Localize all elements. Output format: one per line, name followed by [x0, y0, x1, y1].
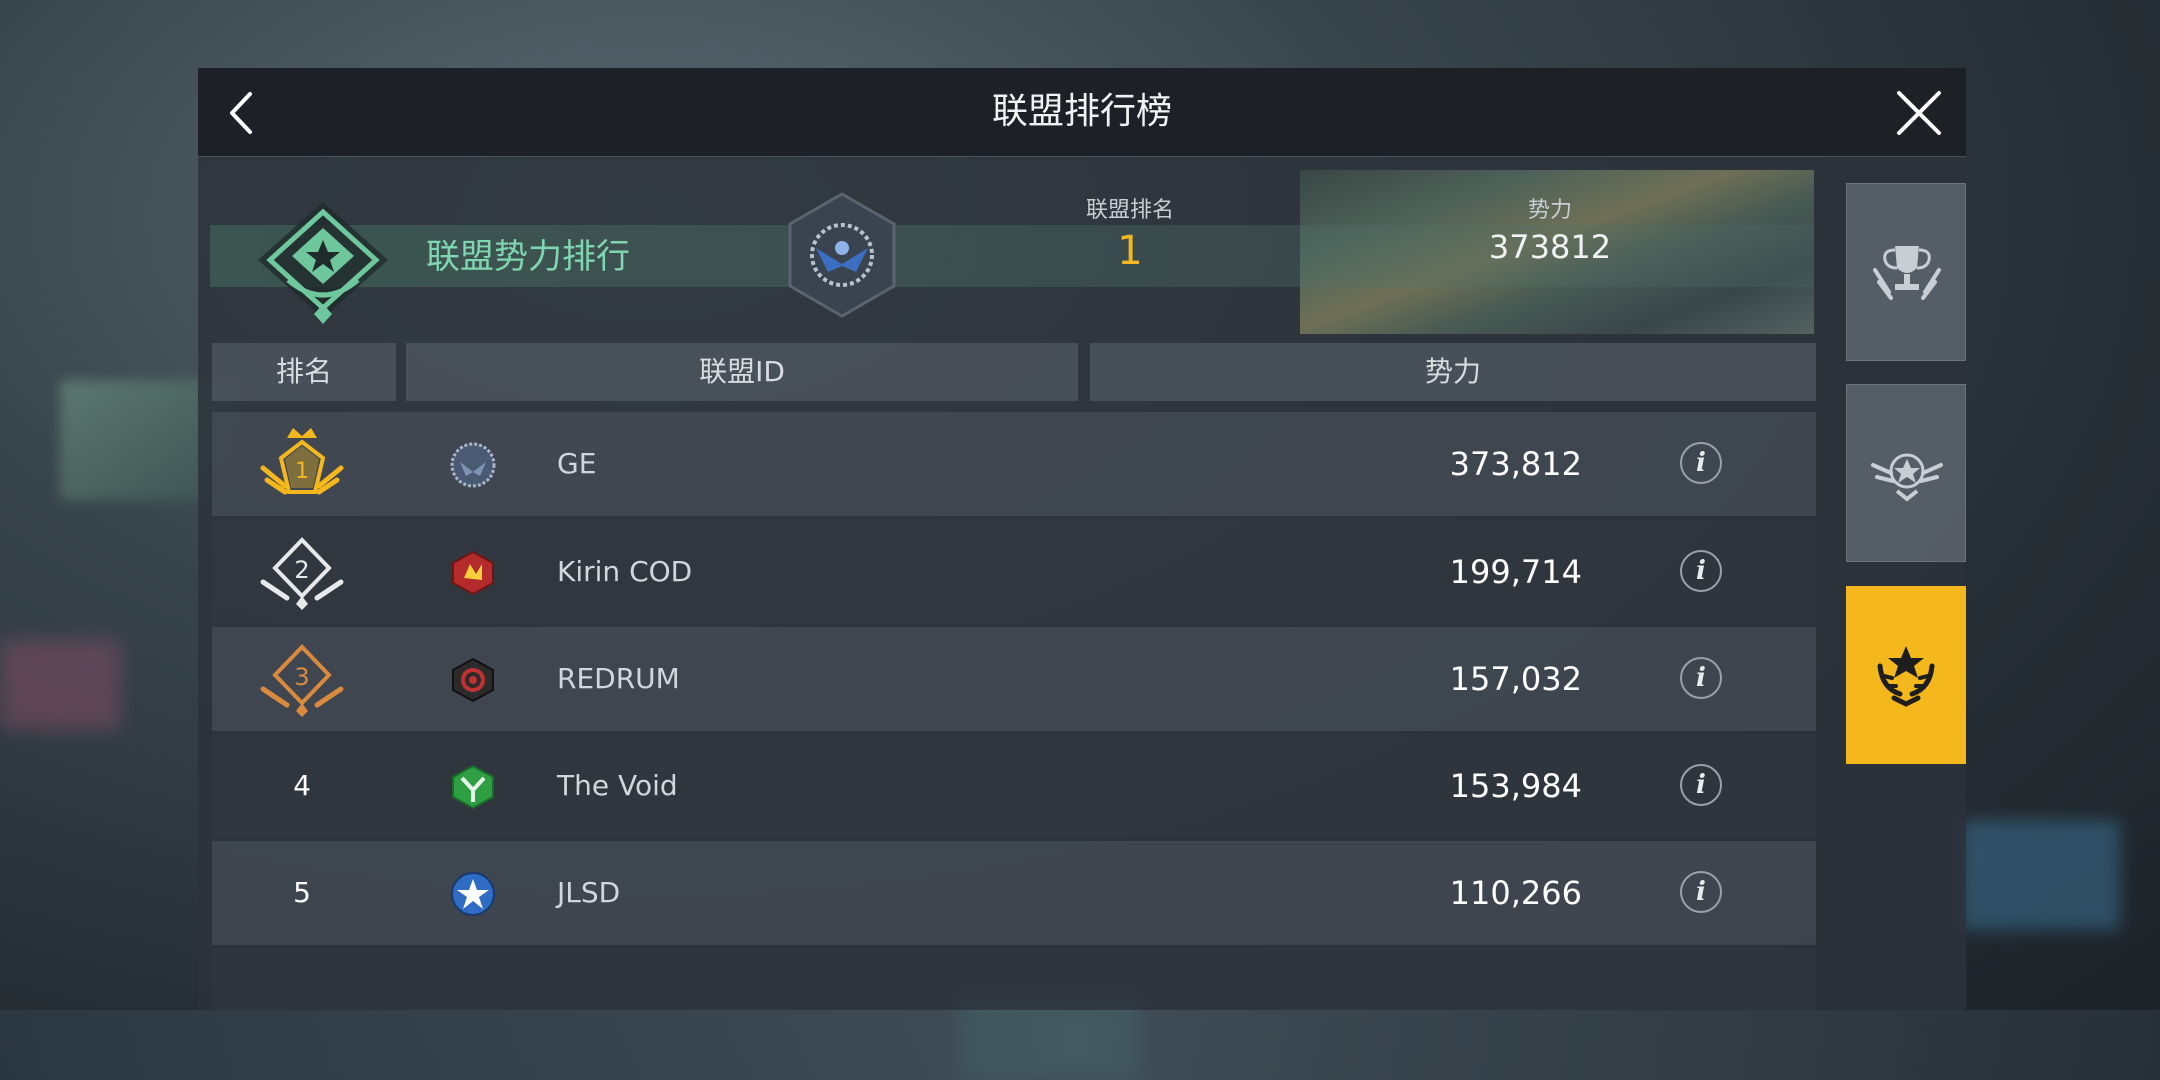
svg-text:3: 3 [294, 663, 309, 691]
alliance-name: REDRUM [557, 662, 680, 695]
alliance-emblem-icon [451, 872, 495, 916]
alliance-name: GE [557, 447, 597, 480]
alliance-emblem-icon [452, 657, 494, 703]
alliance-name: Northwest [557, 974, 701, 1010]
table-row[interactable]: 4 The Void 153,984 i [212, 734, 1816, 838]
alliance-name: Kirin COD [557, 555, 693, 588]
alliance-power-banner: 联盟势力排行 联盟排名 1 势力 373812 [210, 170, 1814, 350]
rank-number: 6 [212, 974, 392, 1010]
info-button[interactable]: i [1680, 657, 1722, 699]
alliance-rank-label: 联盟排名 [1085, 198, 1174, 223]
close-button[interactable] [1894, 88, 1944, 138]
table-row[interactable]: 3 REDRUM 157,032 i [212, 627, 1816, 731]
info-button[interactable]: i [1680, 550, 1722, 592]
alliance-power-label: 势力 [1527, 198, 1572, 223]
info-icon: i [1696, 663, 1706, 693]
svg-text:2: 2 [294, 556, 309, 584]
rank-number: 4 [293, 769, 311, 802]
banner-label: 联盟势力排行 [426, 237, 630, 277]
info-button[interactable]: i [1680, 871, 1722, 913]
rank-number: 5 [293, 876, 311, 909]
column-header-alliance-id: 联盟ID [406, 343, 1078, 401]
table-row[interactable]: 5 JLSD 110,266 i [212, 841, 1816, 945]
page-title: 联盟排行榜 [991, 91, 1172, 132]
rank-cell: 2 [212, 520, 392, 624]
alliance-power: 104,954 [1302, 974, 1582, 1010]
chevron-left-icon [230, 92, 252, 134]
info-icon: i [1696, 556, 1706, 586]
alliance-emblem-icon [452, 550, 494, 596]
close-icon [1897, 91, 1941, 135]
alliance-emblem-icon [450, 442, 496, 488]
laurel-star-icon [1877, 646, 1935, 707]
alliance-rank-value: 1 [1117, 228, 1143, 274]
leaderboard-panel: 联盟排行榜 联盟势力排行 联盟排名 1 势力 373812 排名 联盟ID 势力… [198, 68, 1966, 1010]
alliance-name: JLSD [557, 876, 621, 909]
column-header-rank: 排名 [212, 343, 396, 401]
info-icon: i [1696, 448, 1706, 478]
info-button[interactable]: i [1680, 442, 1722, 484]
table-row[interactable]: 1 GE 373,812 i [212, 412, 1816, 516]
info-icon: i [1696, 877, 1706, 907]
rank-cell: 3 [212, 627, 392, 731]
header-bar: 联盟排行榜 [198, 68, 1966, 157]
trophy-icon [1873, 246, 1941, 300]
alliance-power: 199,714 [1449, 553, 1582, 591]
alliance-name: The Void [557, 769, 678, 802]
alliance-power: 153,984 [1449, 767, 1582, 805]
alliance-power: 110,266 [1449, 874, 1582, 912]
tab-trophy-ranking[interactable] [1846, 183, 1966, 361]
rank-insignia-icon [258, 202, 388, 324]
gold-crown-rank-badge-icon: 1 [260, 428, 344, 495]
alliance-power: 157,032 [1449, 660, 1582, 698]
alliance-power: 373,812 [1449, 445, 1582, 483]
info-button[interactable]: i [1680, 764, 1722, 806]
table-row[interactable]: 2 Kirin COD 199,714 i [212, 520, 1816, 624]
table-row[interactable]: 6 Northwest 104,954 i [212, 948, 1816, 1010]
star-wings-icon [1871, 453, 1943, 502]
tab-alliance-ranking[interactable] [1846, 586, 1966, 764]
svg-text:1: 1 [295, 459, 309, 484]
alliance-emblem-icon [452, 764, 494, 810]
bronze-rank-badge-icon: 3 [260, 644, 344, 717]
info-icon: i [1696, 770, 1706, 800]
rank-cell: 1 [212, 412, 392, 516]
column-header-power: 势力 [1090, 343, 1816, 401]
back-button[interactable] [218, 88, 268, 138]
tab-star-ranking[interactable] [1846, 384, 1966, 562]
silver-rank-badge-icon: 2 [260, 537, 344, 610]
alliance-power-value: 373812 [1488, 228, 1612, 266]
alliance-emblem-icon [788, 192, 896, 318]
